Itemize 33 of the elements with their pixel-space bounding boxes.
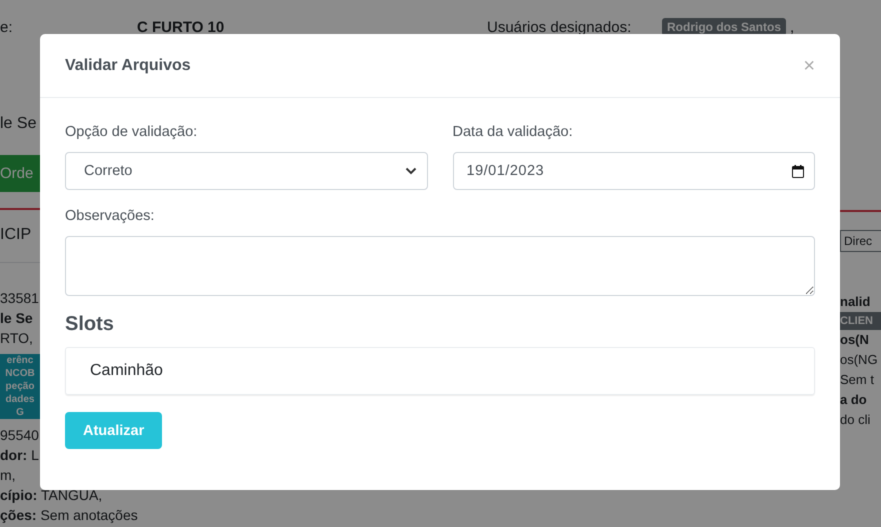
- info-text: ções: Sem anotações: [0, 506, 138, 525]
- info-text: Sem t: [840, 371, 874, 389]
- section-title: le Se: [0, 114, 36, 134]
- info-label: le Se: [0, 309, 33, 328]
- info-text: dor: L: [0, 446, 39, 465]
- info-label: a do: [840, 391, 867, 409]
- field-label: Data da validação:: [452, 123, 574, 142]
- separator-text: ,: [790, 18, 794, 36]
- modal-title: Validar Arquivos: [65, 56, 191, 74]
- date-field[interactable]: 19/01/2023: [452, 152, 815, 190]
- assigned-users-label: Usuários designados:: [487, 18, 632, 36]
- slot-card[interactable]: Caminhão: [65, 347, 815, 395]
- chevron-down-icon: [404, 167, 416, 175]
- info-text: 95540: [0, 426, 39, 445]
- status-tag: erênc NCOB peção dades G: [0, 354, 40, 419]
- field-label: e:: [0, 18, 14, 36]
- section-title: ICIP: [0, 225, 32, 245]
- info-text: 33581: [0, 289, 39, 308]
- info-text: m,: [0, 466, 16, 485]
- observations-field[interactable]: [65, 236, 815, 296]
- select-field[interactable]: Correto: [65, 152, 428, 190]
- client-tag: CLIEN: [840, 312, 881, 330]
- info-label: os(N: [840, 331, 869, 349]
- slots-heading: Slots: [65, 312, 114, 336]
- info-text: do cli: [840, 411, 870, 429]
- info-text: os(NG: [840, 351, 878, 369]
- calendar-icon[interactable]: [792, 164, 804, 178]
- field-label: Observações:: [65, 207, 154, 226]
- field-label: Opção de validação:: [65, 123, 198, 142]
- info-text: cípio: TANGUA,: [0, 486, 102, 505]
- info-text: RTO,: [0, 329, 33, 348]
- info-label: nalid: [840, 293, 870, 311]
- order-name: C FURTO 10: [137, 18, 226, 36]
